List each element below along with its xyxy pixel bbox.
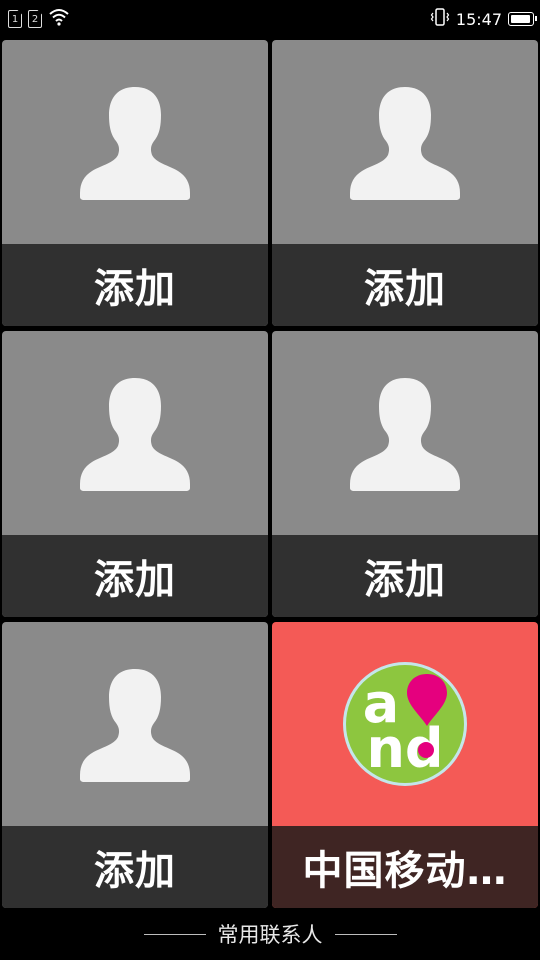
add-contact-tile-4[interactable]: 添加: [272, 331, 538, 617]
person-placeholder-icon: [78, 374, 192, 492]
footer-divider-right: [334, 933, 397, 935]
tile-label: 添加: [2, 244, 268, 326]
china-mobile-contact-tile[interactable]: a nd 中国移动…: [272, 622, 538, 908]
footer: 常用联系人: [0, 908, 540, 960]
footer-title: 常用联系人: [217, 923, 323, 947]
footer-divider-left: [143, 933, 206, 935]
battery-level-fill: [511, 15, 530, 23]
person-placeholder-icon: [348, 374, 462, 492]
sim2-icon: 2: [28, 10, 42, 28]
add-contact-tile-2[interactable]: 添加: [272, 40, 538, 326]
status-bar: 1 2 15:47: [0, 0, 540, 38]
contact-grid: 添加 添加 添加 添加 添加 a nd 中国移动…: [2, 40, 538, 908]
person-placeholder-icon: [348, 83, 462, 201]
wifi-icon: [48, 8, 70, 30]
tile-label: 添加: [272, 244, 538, 326]
and-logo-icon: a nd: [341, 660, 469, 788]
person-placeholder-icon: [78, 83, 192, 201]
sim1-icon: 1: [8, 10, 22, 28]
photo-area: a nd: [272, 622, 538, 826]
vibrate-icon: [430, 8, 450, 30]
photo-area: [2, 40, 268, 244]
tile-label: 添加: [2, 535, 268, 617]
status-right: 15:47: [430, 8, 537, 30]
tile-label: 中国移动…: [272, 826, 538, 908]
add-contact-tile-1[interactable]: 添加: [2, 40, 268, 326]
tile-label: 添加: [272, 535, 538, 617]
status-time: 15:47: [455, 9, 502, 29]
tile-label: 添加: [2, 826, 268, 908]
photo-area: [272, 40, 538, 244]
add-contact-tile-3[interactable]: 添加: [2, 331, 268, 617]
photo-area: [2, 331, 268, 535]
status-left: 1 2: [8, 8, 70, 30]
add-contact-tile-5[interactable]: 添加: [2, 622, 268, 908]
person-placeholder-icon: [78, 665, 192, 783]
photo-area: [272, 331, 538, 535]
battery-icon: [508, 12, 537, 26]
photo-area: [2, 622, 268, 826]
